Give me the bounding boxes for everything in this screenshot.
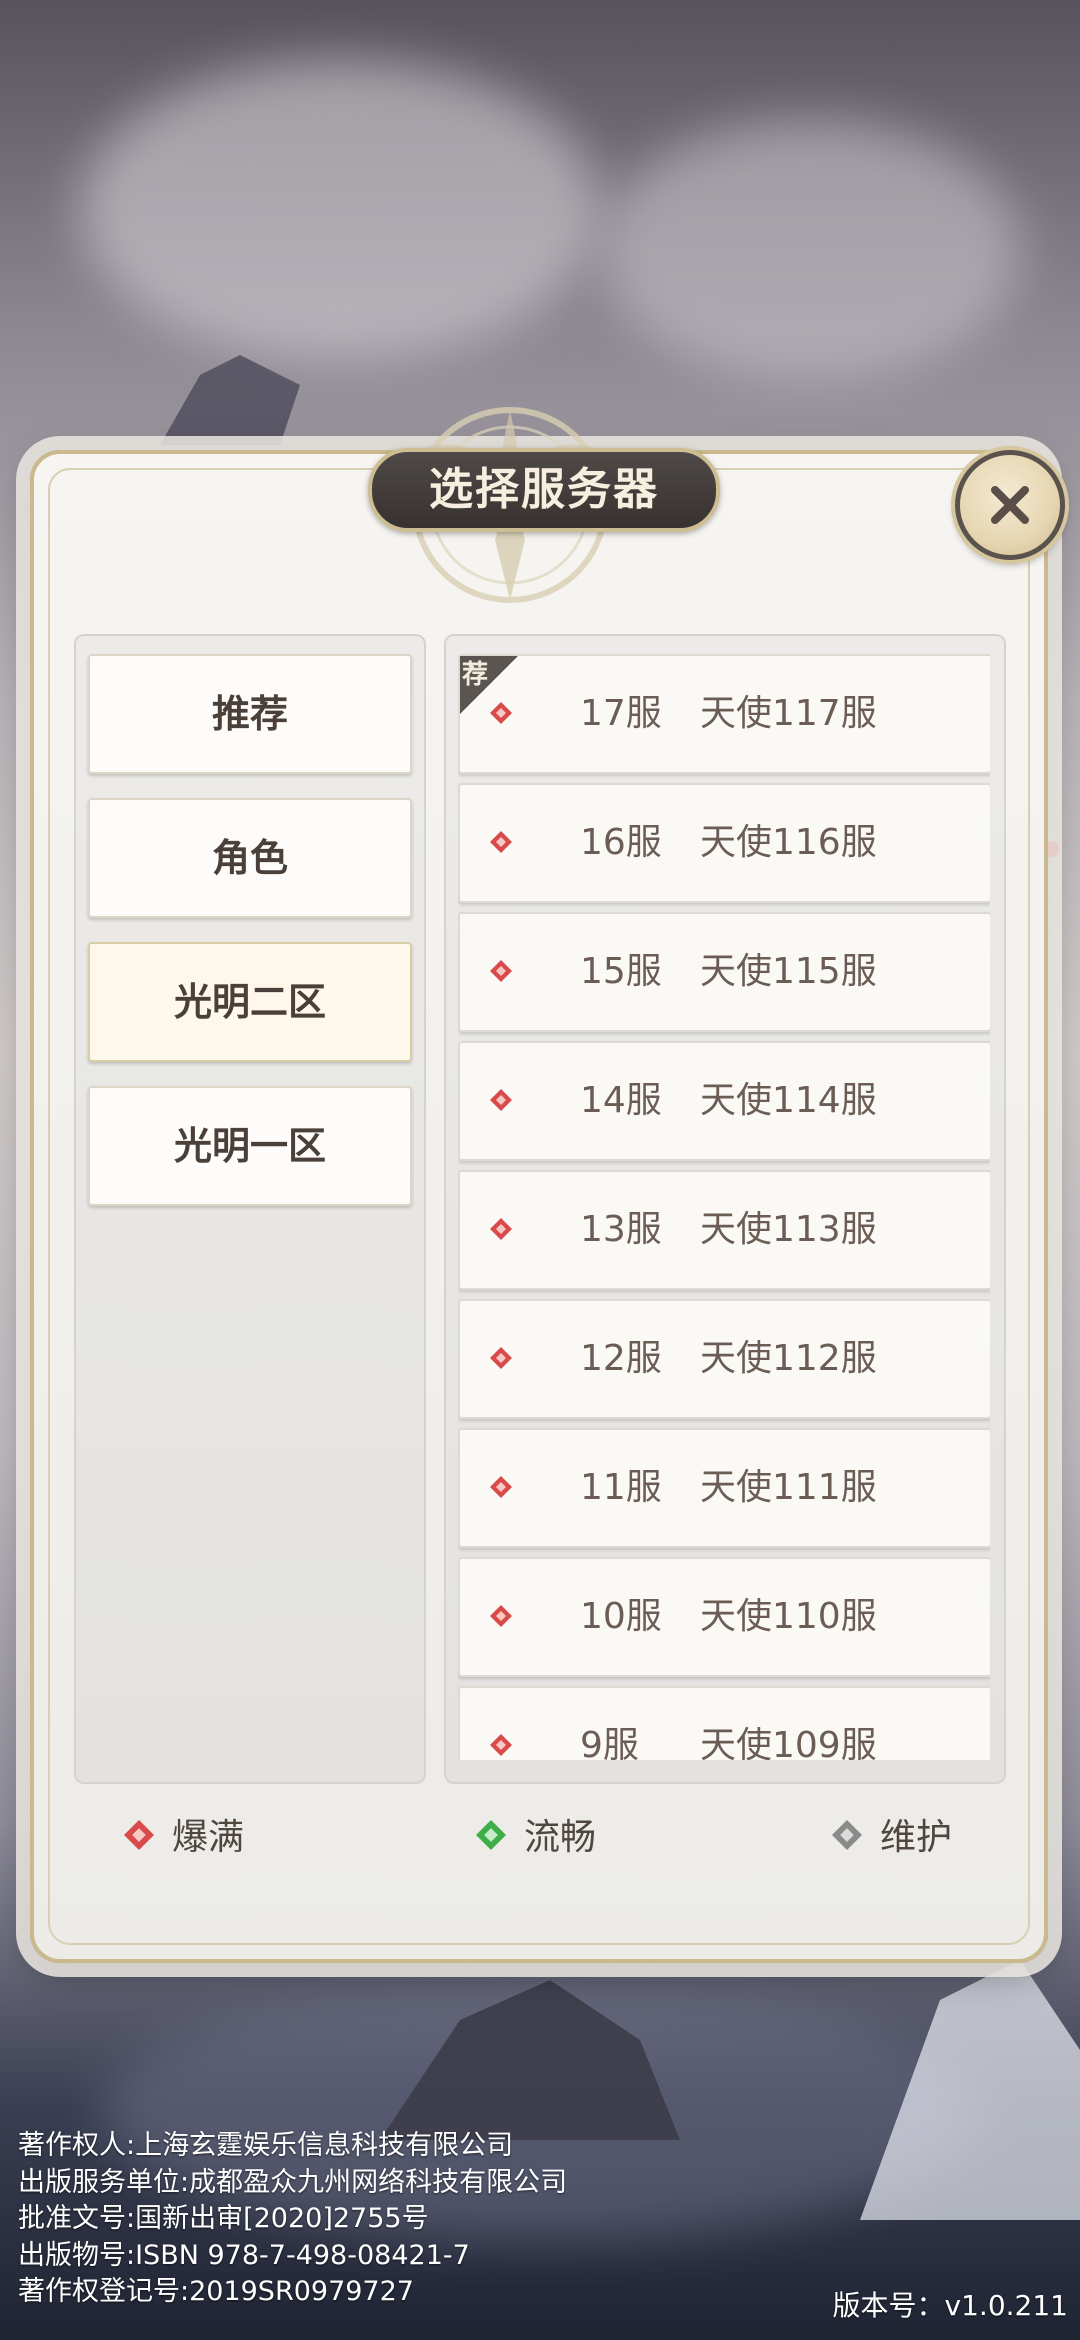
server-number: 12服 xyxy=(580,1338,662,1379)
approval-number: 批准文号:国新出审[2020]2755号 xyxy=(18,2203,429,2234)
red-diamond-icon xyxy=(490,1476,512,1498)
legend-full: 爆满 xyxy=(124,1808,244,1868)
copyright-info: 著作权人:上海玄霆娱乐信息科技有限公司 出版服务单位:成都盈众九州网络科技有限公… xyxy=(18,2128,718,2311)
server-number: 15服 xyxy=(580,951,662,992)
server-name: 天使117服 xyxy=(700,693,877,734)
dialog-title: 选择服务器 xyxy=(368,448,720,532)
server-number: 9服 xyxy=(580,1725,639,1760)
server-row[interactable]: 荐 17服 天使117服 xyxy=(458,654,990,774)
background-rock xyxy=(380,1980,680,2140)
server-name: 天使113服 xyxy=(700,1209,877,1250)
background-cloud xyxy=(600,120,1020,380)
legend-maintenance: 维护 xyxy=(832,1808,952,1868)
red-diamond-icon xyxy=(490,960,512,982)
server-name: 天使112服 xyxy=(700,1338,877,1379)
server-row[interactable]: 15服 天使115服 xyxy=(458,912,990,1032)
server-name: 天使111服 xyxy=(700,1467,877,1508)
server-name: 天使116服 xyxy=(700,822,877,863)
server-list-panel[interactable]: 荐 17服 天使117服 16服 天使116服 15服 天使115服 14服 天… xyxy=(444,634,1006,1784)
red-diamond-icon xyxy=(490,1218,512,1240)
server-number: 14服 xyxy=(580,1080,662,1121)
category-recommended[interactable]: 推荐 xyxy=(88,654,412,774)
legend-smooth-label: 流畅 xyxy=(524,1817,597,1858)
background-rock xyxy=(860,1960,1080,2220)
red-diamond-icon xyxy=(490,1605,512,1627)
close-icon xyxy=(991,486,1029,524)
version-label: 版本号：v1.0.211 xyxy=(832,2289,1068,2322)
server-name: 天使110服 xyxy=(700,1596,877,1637)
server-number: 10服 xyxy=(580,1596,662,1637)
publisher: 出版服务单位:成都盈众九州网络科技有限公司 xyxy=(18,2166,568,2198)
copyright-owner: 著作权人:上海玄霆娱乐信息科技有限公司 xyxy=(18,2130,514,2161)
server-name: 天使109服 xyxy=(700,1725,877,1760)
server-number: 17服 xyxy=(580,693,662,734)
legend-maintenance-label: 维护 xyxy=(880,1817,953,1858)
server-row[interactable]: 13服 天使113服 xyxy=(458,1170,990,1290)
red-diamond-icon xyxy=(490,1734,512,1756)
red-diamond-icon xyxy=(490,1347,512,1369)
category-guangming-zone-1[interactable]: 光明一区 xyxy=(88,1086,412,1206)
server-row[interactable]: 9服 天使109服 xyxy=(458,1686,990,1760)
legend-full-label: 爆满 xyxy=(172,1817,245,1858)
red-diamond-icon xyxy=(490,1089,512,1111)
red-diamond-icon xyxy=(124,1820,154,1850)
server-number: 13服 xyxy=(580,1209,662,1250)
copyright-registration: 著作权登记号:2019SR0979727 xyxy=(18,2276,414,2307)
green-diamond-icon xyxy=(476,1820,506,1850)
category-roles[interactable]: 角色 xyxy=(88,798,412,918)
legend-smooth: 流畅 xyxy=(476,1808,596,1868)
server-row[interactable]: 10服 天使110服 xyxy=(458,1557,990,1677)
server-row[interactable]: 11服 天使111服 xyxy=(458,1428,990,1548)
close-button[interactable] xyxy=(955,450,1065,560)
server-number: 11服 xyxy=(580,1467,662,1508)
server-row[interactable]: 16服 天使116服 xyxy=(458,783,990,903)
server-row[interactable]: 12服 天使112服 xyxy=(458,1299,990,1419)
server-list[interactable]: 荐 17服 天使117服 16服 天使116服 15服 天使115服 14服 天… xyxy=(458,654,990,1760)
server-number: 16服 xyxy=(580,822,662,863)
red-diamond-icon xyxy=(490,831,512,853)
server-name: 天使115服 xyxy=(700,951,877,992)
recommend-tag-label: 荐 xyxy=(462,660,489,690)
isbn: 出版物号:ISBN 978-7-498-08421-7 xyxy=(18,2239,470,2271)
category-list: 推荐 角色 光明二区 光明一区 xyxy=(74,634,426,1784)
gray-diamond-icon xyxy=(832,1820,862,1850)
background-rock xyxy=(160,355,300,445)
red-diamond-icon xyxy=(490,702,512,724)
server-name: 天使114服 xyxy=(700,1080,877,1121)
category-guangming-zone-2[interactable]: 光明二区 xyxy=(88,942,412,1062)
server-row[interactable]: 14服 天使114服 xyxy=(458,1041,990,1161)
background-cloud xyxy=(80,60,600,360)
